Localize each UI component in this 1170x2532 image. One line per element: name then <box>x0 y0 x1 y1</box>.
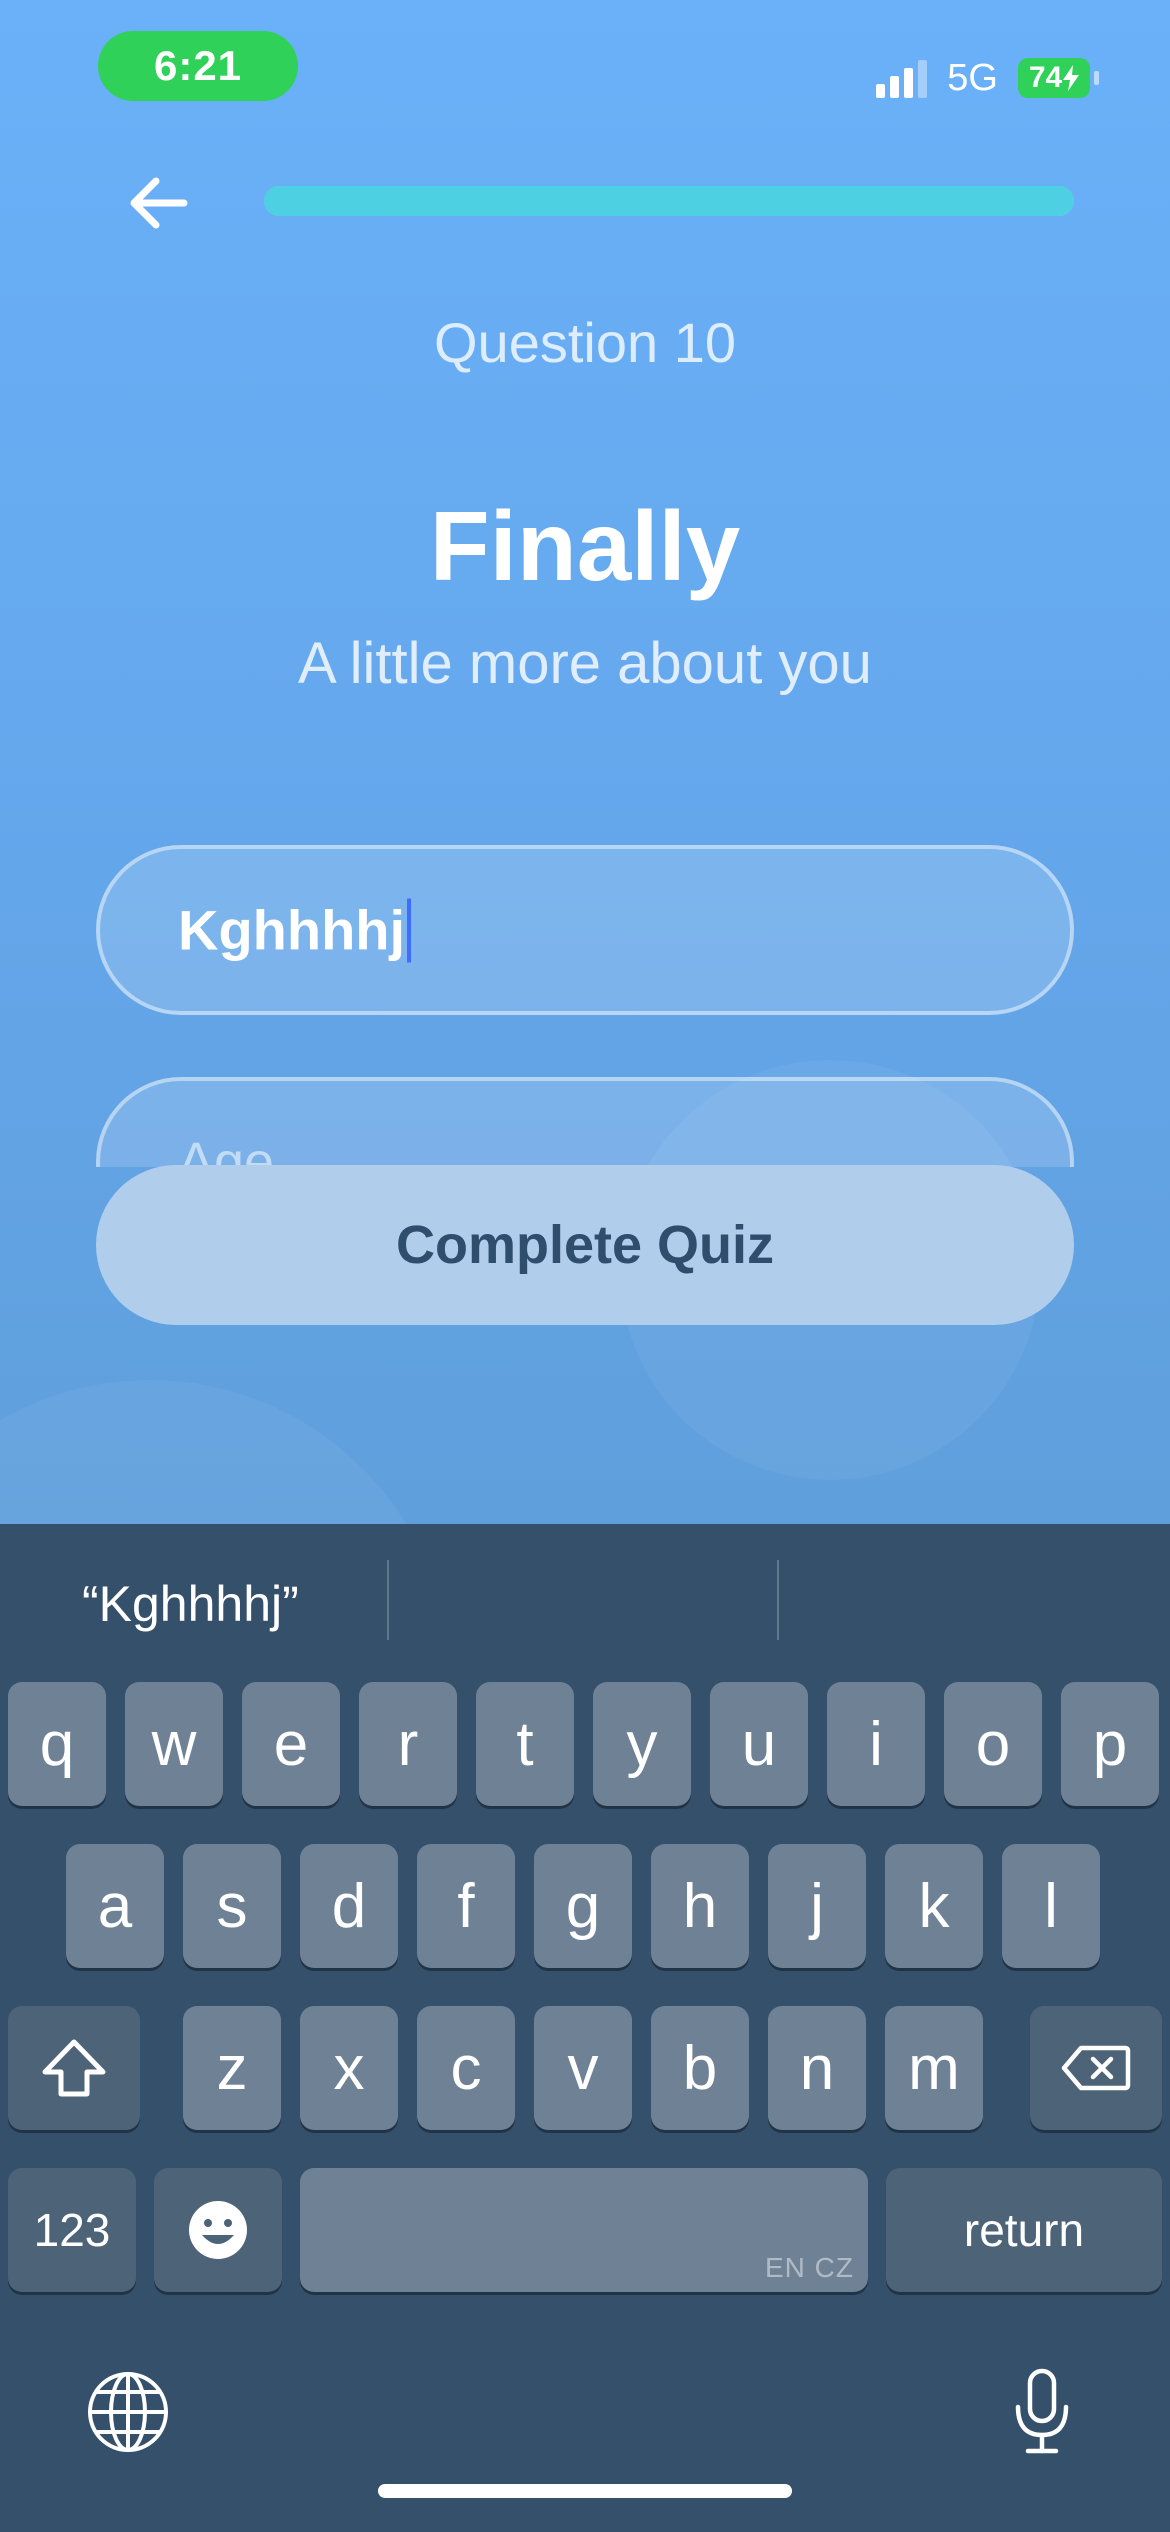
status-time: 6:21 <box>98 31 298 101</box>
dictation-key[interactable] <box>1002 2362 1082 2462</box>
key-u[interactable]: u <box>710 1682 808 1806</box>
key-p[interactable]: p <box>1061 1682 1159 1806</box>
age-field-placeholder: Age <box>178 1132 275 1167</box>
battery-level: 74 <box>1028 61 1063 94</box>
emoji-key[interactable] <box>154 2168 282 2292</box>
key-v[interactable]: v <box>534 2006 632 2130</box>
key-z[interactable]: z <box>183 2006 281 2130</box>
page-subtitle: A little more about you <box>298 631 872 696</box>
key-e[interactable]: e <box>242 1682 340 1806</box>
emoji-icon <box>189 2201 247 2259</box>
globe-key[interactable] <box>84 2368 172 2456</box>
return-key[interactable]: return <box>886 2168 1162 2292</box>
key-i[interactable]: i <box>827 1682 925 1806</box>
key-r[interactable]: r <box>359 1682 457 1806</box>
key-f[interactable]: f <box>417 1844 515 1968</box>
delete-key[interactable] <box>1030 2006 1162 2130</box>
space-key[interactable]: EN CZ <box>300 2168 868 2292</box>
suggestion-bar: “Kghhhhj” <box>0 1524 1170 1684</box>
age-field[interactable]: Age <box>96 1077 1074 1167</box>
quiz-screen: 6:21 5G 74 Question 10 Finally A little … <box>0 0 1170 2532</box>
page-title: Finally <box>429 491 741 601</box>
globe-icon <box>88 2372 168 2452</box>
keyboard-language: EN CZ <box>765 2252 854 2283</box>
name-field-value: Kghhhhj <box>178 898 406 962</box>
backspace-icon <box>1061 2045 1131 2091</box>
key-j[interactable]: j <box>768 1844 866 1968</box>
key-d[interactable]: d <box>300 1844 398 1968</box>
complete-quiz-button[interactable]: Complete Quiz <box>96 1165 1074 1325</box>
microphone-icon <box>1015 2368 1069 2454</box>
signal-icon <box>876 58 928 98</box>
key-g[interactable]: g <box>534 1844 632 1968</box>
back-button[interactable] <box>120 165 196 241</box>
text-caret <box>407 898 412 962</box>
quiz-progress-bar <box>264 186 1074 216</box>
key-c[interactable]: c <box>417 2006 515 2130</box>
name-field[interactable]: Kghhhhj <box>96 845 1074 1015</box>
key-t[interactable]: t <box>476 1682 574 1806</box>
key-s[interactable]: s <box>183 1844 281 1968</box>
key-w[interactable]: w <box>125 1682 223 1806</box>
key-x[interactable]: x <box>300 2006 398 2130</box>
suggestion-item[interactable]: “Kghhhhj” <box>82 1524 299 1684</box>
key-l[interactable]: l <box>1002 1844 1100 1968</box>
status-indicators: 5G 74 <box>876 50 1099 106</box>
key-n[interactable]: n <box>768 2006 866 2130</box>
key-h[interactable]: h <box>651 1844 749 1968</box>
shift-icon <box>42 2039 106 2097</box>
key-y[interactable]: y <box>593 1682 691 1806</box>
battery-icon: 74 <box>1018 58 1099 98</box>
key-q[interactable]: q <box>8 1682 106 1806</box>
age-field-clip: Age <box>96 1077 1074 1167</box>
arrow-left-icon <box>130 177 188 229</box>
network-type: 5G <box>947 56 998 99</box>
shift-key[interactable] <box>8 2006 140 2130</box>
key-o[interactable]: o <box>944 1682 1042 1806</box>
key-b[interactable]: b <box>651 2006 749 2130</box>
key-m[interactable]: m <box>885 2006 983 2130</box>
key-k[interactable]: k <box>885 1844 983 1968</box>
key-a[interactable]: a <box>66 1844 164 1968</box>
home-indicator[interactable] <box>378 2484 792 2498</box>
quiz-progress-fill <box>264 186 1074 216</box>
name-field-value-wrap: Kghhhhj <box>178 898 412 963</box>
numbers-key[interactable]: 123 <box>8 2168 136 2292</box>
question-number: Question 10 <box>434 311 736 374</box>
